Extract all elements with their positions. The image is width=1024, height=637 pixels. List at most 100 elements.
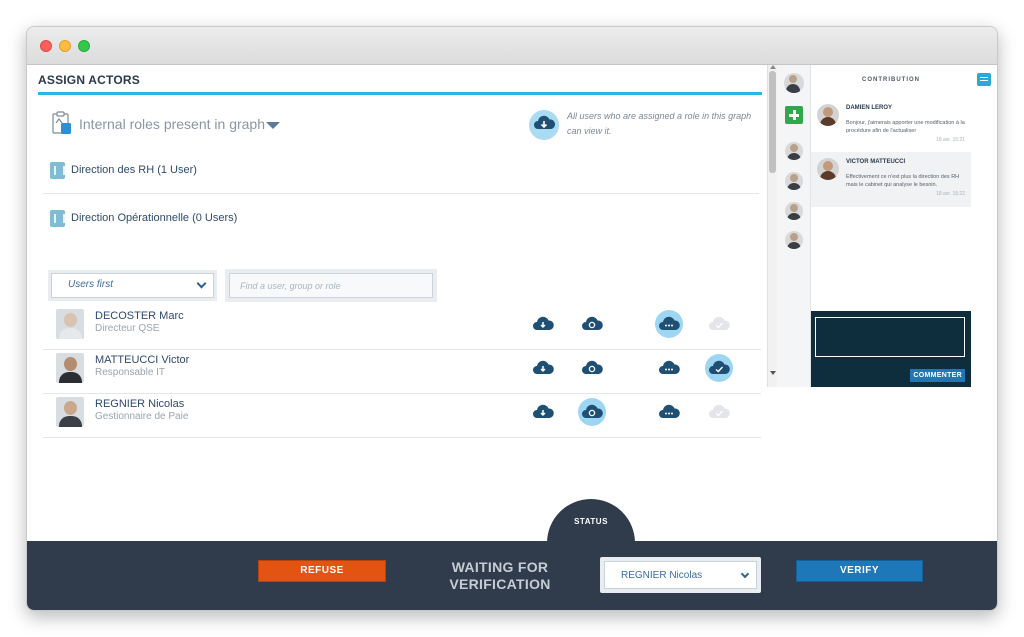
user-search: Find a user, group or role [225,269,437,302]
cloud-check-icon [709,316,730,330]
scroll-down-icon[interactable] [770,371,776,375]
user-name: REGNIER Nicolas [95,398,185,410]
message-time: 18 avr. 15:22 [936,191,965,197]
maximize-window-button[interactable] [78,40,90,52]
avatar[interactable] [784,73,804,93]
sort-select-field[interactable]: Users first [51,273,214,298]
comment-message: DAMIEN LEROY Bonjour, j'aimerais apporte… [811,98,971,152]
assignee-select[interactable]: REGNIER Nicolas [600,557,761,593]
row-divider [43,437,761,438]
building-icon [50,210,65,227]
window-titlebar [27,27,997,65]
cloud-check-icon [709,404,730,418]
direction-operationnelle-row[interactable]: Direction Opérationnelle (0 Users) [50,209,760,229]
status-tab-label: STATUS [574,517,608,526]
validate-permission-button[interactable] [705,398,733,426]
sync-permission-button[interactable] [578,310,606,338]
cloud-comment-icon [659,404,680,418]
building-icon [50,162,65,179]
cloud-download-info-icon [529,110,559,140]
add-contributor-button[interactable] [785,106,803,124]
direction-rh-row[interactable]: Direction des RH (1 User) [50,161,760,181]
assignee-select-field[interactable]: REGNIER Nicolas [604,561,757,589]
message-time: 18 avr. 15:21 [936,137,965,143]
avatar [56,353,84,383]
chat-icon[interactable] [977,73,991,86]
cloud-comment-icon [659,316,680,330]
avatar[interactable] [785,172,803,190]
workflow-status-line-2: VERIFICATION [449,576,551,592]
scroll-up-icon[interactable] [770,65,776,69]
caret-down-icon [266,122,280,129]
sync-permission-button[interactable] [578,354,606,382]
user-row-decoster: DECOSTER Marc Directeur QSE [43,305,759,349]
scroll-thumb[interactable] [769,71,776,173]
verify-button[interactable]: VERIFY [796,560,923,582]
contribution-title: CONTRIBUTION [862,77,920,83]
user-role: Gestionnaire de Paie [95,411,189,422]
avatar [817,158,839,180]
title-underline [38,92,762,95]
status-bar: REFUSE WAITING FOR VERIFICATION REGNIER … [27,541,997,610]
message-text: Bonjour, j'aimerais apporter une modific… [846,120,965,134]
cloud-sync-icon [582,360,603,374]
user-role: Directeur QSE [95,323,160,334]
comment-permission-button[interactable] [655,310,683,338]
assign-actors-title: ASSIGN ACTORS [38,73,140,87]
avatar[interactable] [785,231,803,249]
sort-select[interactable]: Users first [48,270,217,301]
message-author: DAMIEN LEROY [846,105,893,111]
download-permission-button[interactable] [529,354,557,382]
divider [43,193,759,194]
comment-button[interactable]: COMMENTER [910,369,965,382]
avatar [817,104,839,126]
cloud-download-icon [533,404,554,418]
minimize-window-button[interactable] [59,40,71,52]
assignee-value: REGNIER Nicolas [621,570,703,581]
sync-permission-button[interactable] [578,398,606,426]
cloud-sync-icon [582,316,603,330]
direction-label: Direction des RH (1 User) [71,164,197,176]
user-search-input[interactable]: Find a user, group or role [229,273,433,298]
roles-dropdown-label: Internal roles present in graph [79,116,265,132]
avatar [56,397,84,427]
sort-select-value: Users first [68,279,113,290]
chevron-down-icon [196,278,207,289]
close-window-button[interactable] [40,40,52,52]
workflow-status-line-1: WAITING FOR [451,559,549,575]
scrollbar[interactable] [767,65,777,387]
cloud-check-icon [709,360,730,374]
download-permission-button[interactable] [529,310,557,338]
contributors-rail [777,65,811,387]
workflow-status: WAITING FOR VERIFICATION [445,559,555,593]
chevron-down-icon [740,569,750,579]
avatar [56,309,84,339]
comment-permission-button[interactable] [655,398,683,426]
user-name: MATTEUCCI Victor [95,354,190,366]
validate-permission-button[interactable] [705,310,733,338]
comment-message: VICTOR MATTEUCCI Effectivement ce n'est … [811,152,971,207]
validate-permission-button[interactable] [705,354,733,382]
user-row-regnier: REGNIER Nicolas Gestionnaire de Paie [43,393,759,437]
avatar[interactable] [785,202,803,220]
comment-permission-button[interactable] [655,354,683,382]
visibility-info-text: All users who are assigned a role in thi… [567,111,752,136]
download-permission-button[interactable] [529,398,557,426]
roles-dropdown[interactable]: Internal roles present in graph [52,109,302,139]
direction-label: Direction Opérationnelle (0 Users) [71,212,238,224]
comment-composer: COMMENTER [811,311,971,387]
assign-actors-panel: ASSIGN ACTORS Internal roles present in … [27,65,767,541]
cloud-sync-icon [582,404,603,418]
message-text: Effectivement ce n'est plus la direction… [846,174,960,188]
user-row-matteucci: MATTEUCCI Victor Responsable IT [43,349,759,393]
refuse-button[interactable]: REFUSE [258,560,386,582]
user-role: Responsable IT [95,367,166,378]
cloud-download-icon [533,360,554,374]
comment-input[interactable] [815,317,965,357]
cloud-comment-icon [659,360,680,374]
cloud-download-icon [533,316,554,330]
user-name: DECOSTER Marc [95,310,184,322]
clipboard-user-icon [52,111,71,134]
avatar[interactable] [785,142,803,160]
search-placeholder: Find a user, group or role [240,281,341,291]
